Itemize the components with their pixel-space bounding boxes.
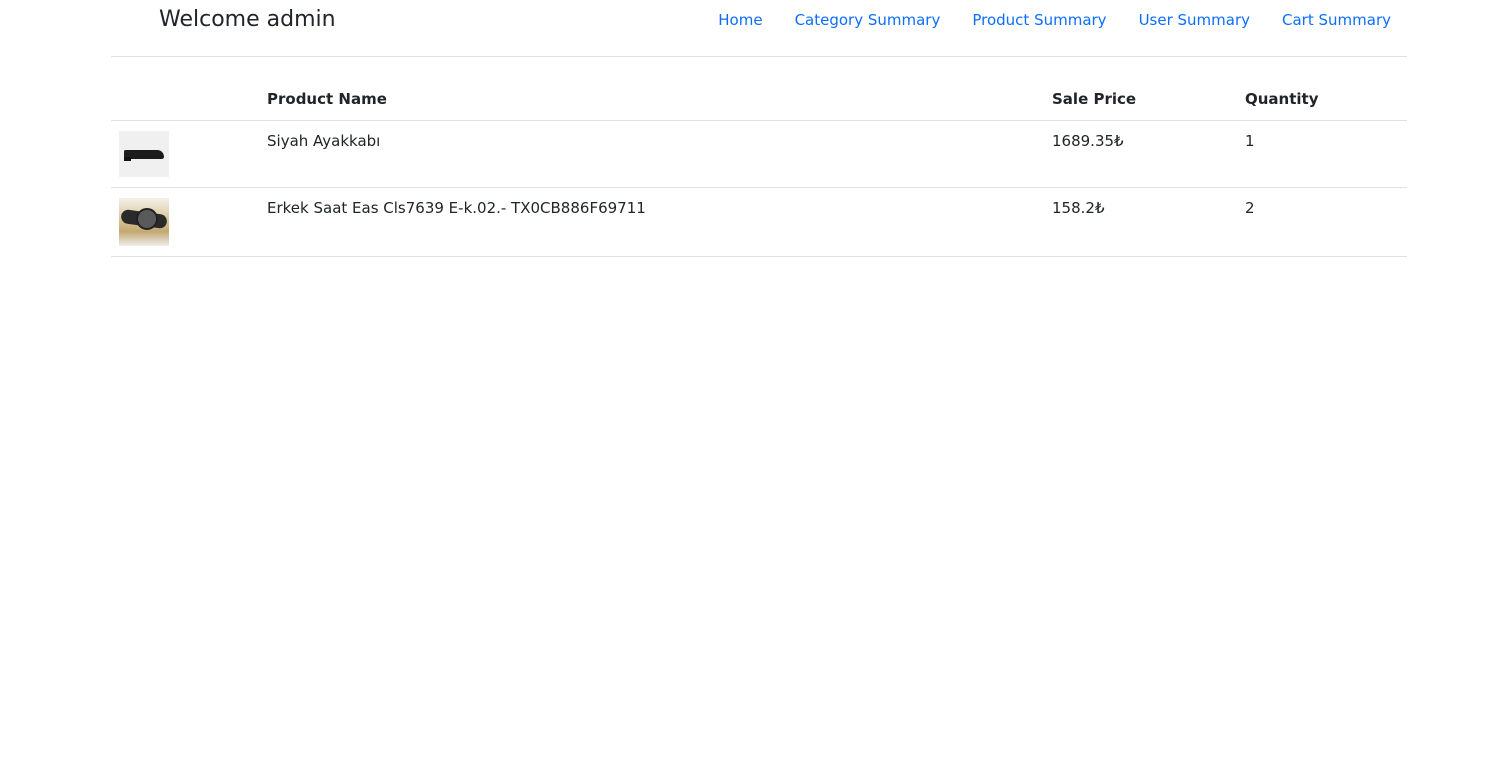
quantity: 2 bbox=[1237, 187, 1407, 257]
nav-link-user-summary[interactable]: User Summary bbox=[1139, 9, 1250, 31]
product-image-cell bbox=[111, 120, 259, 188]
product-name: Siyah Ayakkabı bbox=[259, 120, 1044, 188]
column-header-sale-price: Sale Price bbox=[1044, 80, 1237, 121]
product-name: Erkek Saat Eas Cls7639 E-k.02.- TX0CB886… bbox=[259, 187, 1044, 257]
cart-table: Product Name Sale Price Quantity Siyah A… bbox=[111, 80, 1407, 257]
table-header-row: Product Name Sale Price Quantity bbox=[111, 80, 1407, 121]
table-row: Erkek Saat Eas Cls7639 E-k.02.- TX0CB886… bbox=[111, 187, 1407, 257]
sale-price: 1689.35₺ bbox=[1044, 120, 1237, 188]
welcome-title: Welcome admin bbox=[159, 7, 336, 32]
shoe-heel bbox=[124, 157, 131, 161]
nav-link-category-summary[interactable]: Category Summary bbox=[795, 9, 941, 31]
quantity: 1 bbox=[1237, 120, 1407, 188]
column-header-image bbox=[111, 80, 259, 121]
watch-face bbox=[136, 208, 158, 230]
column-header-quantity: Quantity bbox=[1237, 80, 1407, 121]
top-header: Welcome admin Home Category Summary Prod… bbox=[111, 0, 1407, 57]
table-row: Siyah Ayakkabı 1689.35₺ 1 bbox=[111, 120, 1407, 188]
column-header-product-name: Product Name bbox=[259, 80, 1044, 121]
nav-link-home[interactable]: Home bbox=[718, 9, 762, 31]
shoe-image bbox=[119, 131, 169, 177]
page-container: Welcome admin Home Category Summary Prod… bbox=[111, 0, 1407, 257]
product-image-cell bbox=[111, 187, 259, 257]
main-nav: Home Category Summary Product Summary Us… bbox=[718, 9, 1391, 31]
nav-link-cart-summary[interactable]: Cart Summary bbox=[1282, 9, 1391, 31]
nav-link-product-summary[interactable]: Product Summary bbox=[972, 9, 1106, 31]
sale-price: 158.2₺ bbox=[1044, 187, 1237, 257]
watch-image bbox=[119, 198, 169, 246]
